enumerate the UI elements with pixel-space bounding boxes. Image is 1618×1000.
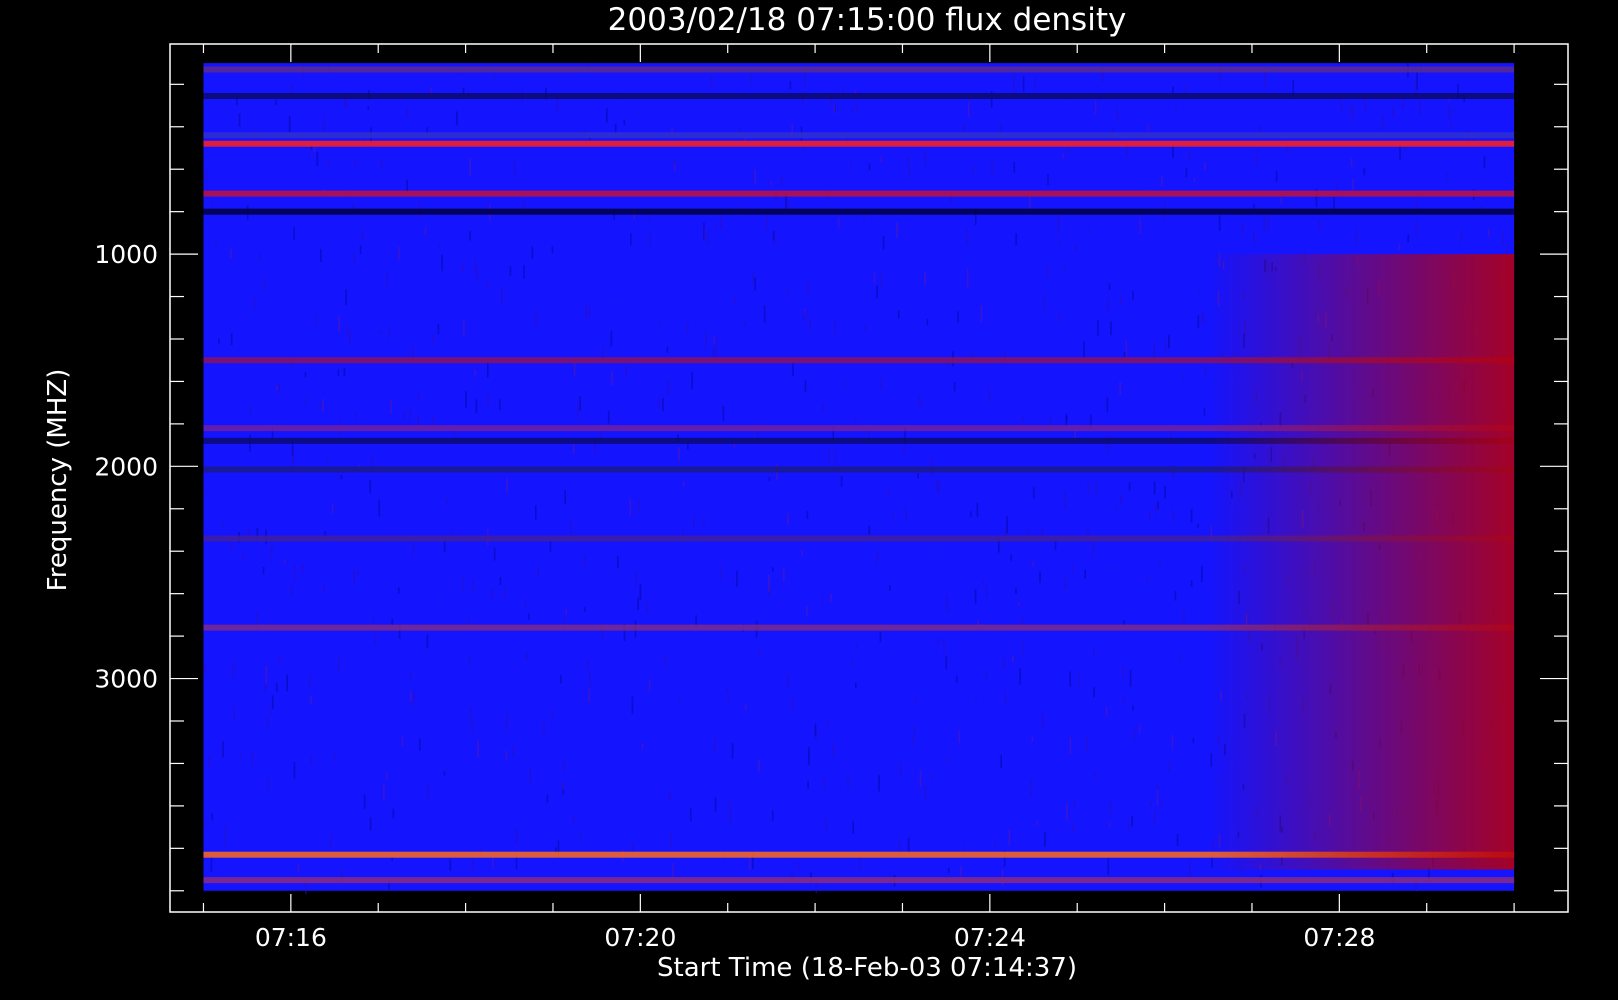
y-tick-label: 2000	[94, 452, 158, 481]
late-enhancement-region	[1208, 254, 1515, 870]
x-tick-label: 07:28	[1303, 923, 1375, 952]
frequency-band	[203, 140, 1515, 147]
x-tick-label: 07:16	[255, 923, 327, 952]
x-axis-label: Start Time (18-Feb-03 07:14:37)	[657, 953, 1077, 983]
frequency-band	[203, 132, 1515, 139]
frequency-band	[203, 877, 1515, 884]
frequency-band	[203, 208, 1515, 215]
y-tick-label: 1000	[94, 240, 158, 269]
frequency-band	[203, 190, 1515, 197]
frequency-band	[203, 92, 1515, 99]
y-tick-label: 3000	[94, 665, 158, 694]
y-axis-label: Frequency (MHZ)	[43, 369, 73, 592]
chart-title: 2003/02/18 07:15:00 flux density	[608, 2, 1127, 38]
spectrogram-chart: 2003/02/18 07:15:00 flux density 07:16 07…	[0, 0, 1618, 1000]
x-tick-label: 07:24	[954, 923, 1026, 952]
x-tick-label: 07:20	[604, 923, 676, 952]
frequency-band	[203, 66, 1515, 73]
late-enhancement-fill	[1208, 254, 1515, 870]
